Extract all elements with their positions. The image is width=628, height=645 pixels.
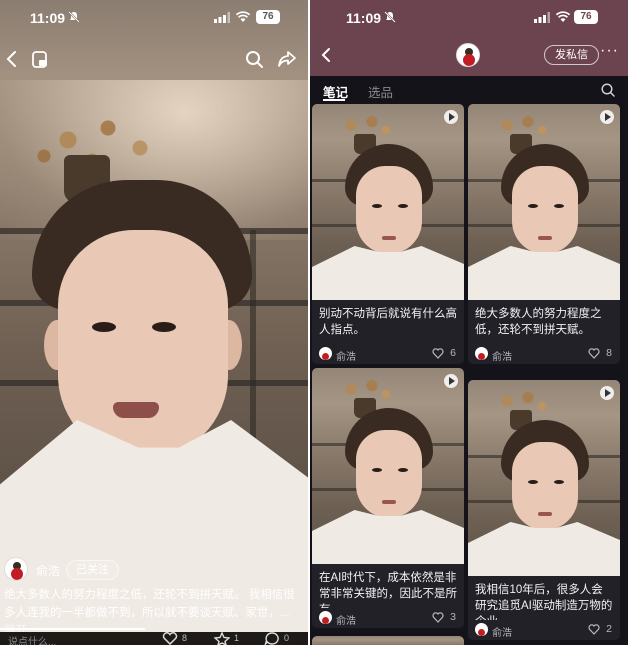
heart-icon[interactable]	[588, 624, 600, 635]
note-author: 俞浩	[336, 616, 356, 627]
note-meta: 俞浩 6	[312, 344, 464, 364]
note-title: 在AI时代下，成本依然是非常非常关键的，因此不是所有...	[319, 572, 457, 608]
note-card[interactable]: 在AI时代下，成本依然是非常非常关键的，因此不是所有... 俞浩 3	[312, 368, 464, 628]
wifi-icon	[235, 11, 251, 22]
note-card[interactable]: 别动不动背后就说有什么高人指点。 俞浩 6	[312, 104, 464, 364]
heart-icon[interactable]	[432, 348, 444, 359]
author-avatar[interactable]	[4, 557, 28, 581]
heart-icon[interactable]	[162, 632, 178, 645]
note-title: 别动不动背后就说有什么高人指点。	[319, 308, 457, 336]
cellular-signal-icon	[534, 12, 550, 23]
star-count: 1	[234, 633, 240, 643]
status-time: 11:09	[30, 10, 66, 26]
note-like-count: 6	[450, 347, 456, 359]
tab-products[interactable]: 选品	[368, 82, 393, 101]
share-icon[interactable]	[276, 48, 298, 70]
star-icon[interactable]	[214, 632, 230, 645]
note-author: 俞浩	[492, 628, 512, 639]
video-bottom-bar: 说点什么... 8 1 0	[0, 632, 308, 645]
bell-muted-icon	[68, 11, 80, 23]
back-icon[interactable]	[318, 46, 336, 64]
note-author-avatar	[319, 611, 332, 624]
status-time: 11:09	[346, 10, 382, 26]
video-person-eye	[92, 322, 116, 332]
heart-icon[interactable]	[588, 348, 600, 359]
note-author-avatar	[319, 347, 332, 360]
comment-icon[interactable]	[264, 632, 280, 645]
caption-text: 绝大多数人的努力程度之低，还轮不到拼天赋。 我相信很多人连我的一半都做不到，所以…	[4, 589, 295, 619]
note-author: 俞浩	[336, 352, 356, 363]
cast-icon[interactable]	[30, 48, 52, 70]
back-icon[interactable]	[2, 48, 24, 70]
author-name[interactable]: 俞浩	[36, 562, 60, 579]
note-like-count: 3	[450, 611, 456, 623]
wifi-icon	[555, 11, 571, 22]
note-card[interactable]: 绝大多数人的努力程度之低，还轮不到拼天赋。 俞浩 8	[468, 104, 620, 364]
comment-count: 0	[284, 633, 290, 643]
note-title: 绝大多数人的努力程度之低，还轮不到拼天赋。	[475, 308, 602, 336]
active-tab-indicator	[323, 99, 345, 101]
search-icon[interactable]	[243, 48, 265, 70]
note-author: 俞浩	[492, 352, 512, 363]
cellular-signal-icon	[214, 12, 230, 23]
send-message-button[interactable]: 发私信	[544, 45, 599, 65]
profile-avatar[interactable]	[456, 43, 480, 67]
follow-button[interactable]: 已关注	[66, 560, 119, 580]
note-author-avatar	[475, 347, 488, 360]
note-card[interactable]	[312, 636, 464, 645]
note-like-count: 8	[606, 347, 612, 359]
profile-tabs: 笔记 选品	[310, 76, 628, 104]
profile-header: 11:09 76 发私信 ···	[310, 0, 628, 76]
video-play-icon	[444, 374, 458, 388]
note-author-avatar	[475, 623, 488, 636]
status-bar: 11:09 76	[0, 0, 308, 34]
video-progress-bar[interactable]	[0, 628, 145, 630]
video-screen: 11:09 76 俞浩 已关注 绝大多数人的努力程度之低，还轮不到拼天赋。 我相…	[0, 0, 308, 645]
note-thumbnail	[468, 380, 620, 576]
heart-icon[interactable]	[432, 612, 444, 623]
status-bar: 11:09 76	[310, 0, 628, 34]
note-meta: 俞浩 2	[468, 620, 620, 640]
video-play-icon	[444, 110, 458, 124]
note-card[interactable]: 我相信10年后，很多人会研究追觅AI驱动制造万物的企业... 俞浩 2	[468, 380, 620, 640]
battery-level: 76	[256, 10, 280, 24]
note-thumbnail	[312, 368, 464, 564]
battery-level: 76	[574, 10, 598, 24]
note-meta: 俞浩 3	[312, 608, 464, 628]
like-count: 8	[182, 633, 188, 643]
note-thumbnail	[468, 104, 620, 300]
video-person-mouth	[113, 402, 159, 418]
more-options-icon[interactable]: ···	[600, 43, 618, 62]
video-top-bar	[0, 48, 308, 74]
profile-screen: 11:09 76 发私信 ··· 笔记 选品 别动不动背后就说有什么高人指点。 …	[310, 0, 628, 645]
bell-muted-icon	[384, 11, 396, 23]
note-thumbnail	[312, 104, 464, 300]
comment-input[interactable]: 说点什么...	[8, 633, 56, 645]
note-meta: 俞浩 8	[468, 344, 620, 364]
video-person-eye	[152, 322, 176, 332]
video-play-icon	[600, 110, 614, 124]
note-like-count: 2	[606, 623, 612, 635]
search-icon[interactable]	[600, 82, 616, 98]
note-thumbnail	[312, 636, 464, 645]
note-title: 我相信10年后，很多人会研究追觅AI驱动制造万物的企业...	[475, 584, 613, 620]
video-play-icon	[600, 386, 614, 400]
video-author-row: 俞浩 已关注	[4, 557, 304, 583]
